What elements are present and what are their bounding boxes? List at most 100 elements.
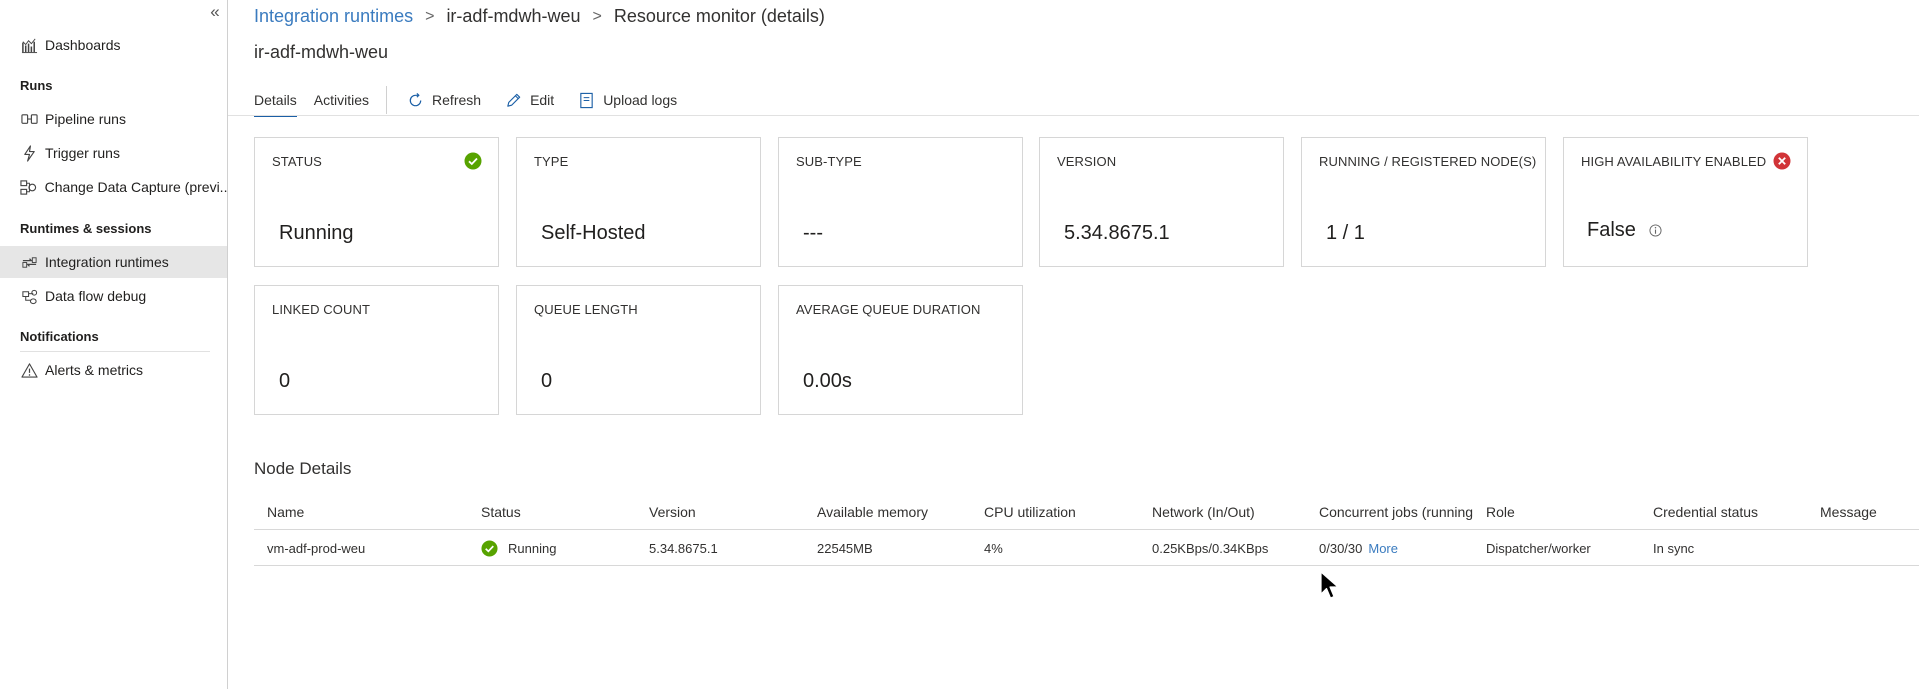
card-value: Self-Hosted [541, 222, 646, 244]
column-header-version[interactable]: Version [649, 494, 809, 530]
type-card: TYPE Self-Hosted [516, 137, 761, 267]
breadcrumb: Integration runtimes > ir-adf-mdwh-weu >… [254, 6, 825, 27]
sidebar: « Dashboards Runs Pipeline runs Trigger … [0, 0, 228, 689]
error-cross-icon [1773, 152, 1791, 170]
average-queue-duration-card: AVERAGE QUEUE DURATION 0.00s [778, 285, 1023, 415]
table-row[interactable]: vm-adf-prod-weu Running 5.34.8675.1 2254… [254, 530, 1919, 566]
node-details-title: Node Details [254, 459, 352, 478]
nav-section-notifications: Notifications [20, 329, 99, 344]
sidebar-item-label: Dashboards [45, 37, 121, 53]
sidebar-item-data-flow-debug[interactable]: Data flow debug [0, 280, 227, 312]
card-label: HIGH AVAILABILITY ENABLED [1581, 154, 1767, 169]
alert-icon [20, 361, 38, 379]
version-card: VERSION 5.34.8675.1 [1039, 137, 1284, 267]
sidebar-item-label: Change Data Capture (previ... [44, 179, 227, 195]
cell-network: 0.25KBps/0.34KBps [1152, 540, 1269, 556]
jobs-text: 0/30/30 [1319, 540, 1363, 556]
sidebar-item-label: Pipeline runs [45, 111, 126, 127]
cell-status: Running [481, 530, 641, 566]
mouse-cursor-icon [1320, 571, 1339, 599]
sidebar-item-label: Alerts & metrics [45, 362, 144, 378]
card-label: VERSION [1057, 154, 1117, 169]
dataflow-debug-icon [20, 287, 38, 305]
card-value: 0.00s [803, 370, 852, 392]
toolbar: Details Activities Refresh Edit Upload l… [254, 86, 701, 117]
success-check-icon [481, 539, 498, 557]
queue-length-card: QUEUE LENGTH 0 [516, 285, 761, 415]
card-value: False [1587, 219, 1636, 241]
status-card: STATUS Running [254, 137, 499, 267]
edit-label: Edit [530, 92, 555, 108]
upload-logs-label: Upload logs [603, 92, 678, 108]
dashboard-icon [20, 36, 38, 54]
integration-runtime-icon [20, 253, 38, 271]
info-icon[interactable] [1649, 224, 1663, 237]
status-text: Running [508, 540, 557, 556]
column-header-status[interactable]: Status [481, 494, 641, 530]
card-label: RUNNING / REGISTERED NODE(S) [1319, 154, 1537, 169]
sidebar-item-label: Trigger runs [45, 145, 120, 161]
refresh-button[interactable]: Refresh [407, 92, 481, 109]
cell-memory: 22545MB [817, 540, 873, 556]
column-header-cpu[interactable]: CPU utilization [984, 494, 1144, 530]
breadcrumb-separator: > [592, 7, 602, 25]
column-header-memory[interactable]: Available memory [817, 494, 982, 530]
cell-credential-status: In sync [1653, 540, 1695, 556]
tab-activities[interactable]: Activities [314, 86, 369, 114]
card-label: LINKED COUNT [272, 302, 370, 317]
upload-logs-button[interactable]: Upload logs [578, 92, 677, 109]
cell-version: 5.34.8675.1 [649, 540, 718, 556]
nav-section-runs: Runs [20, 78, 53, 93]
card-label: AVERAGE QUEUE DURATION [796, 302, 981, 317]
refresh-label: Refresh [432, 92, 482, 108]
pipeline-icon [20, 110, 38, 128]
column-header-network[interactable]: Network (In/Out) [1152, 494, 1312, 530]
column-header-concurrent-jobs[interactable]: Concurrent jobs (running [1319, 494, 1481, 530]
card-value: --- [803, 222, 823, 244]
subtype-card: SUB-TYPE --- [778, 137, 1023, 267]
card-value: 5.34.8675.1 [1064, 222, 1170, 244]
sidebar-item-alerts-metrics[interactable]: Alerts & metrics [0, 354, 227, 386]
tab-details[interactable]: Details [254, 86, 297, 117]
breadcrumb-current: Resource monitor (details) [613, 6, 825, 26]
cell-cpu: 4% [984, 540, 1003, 556]
card-label: QUEUE LENGTH [534, 302, 638, 317]
sidebar-item-integration-runtimes[interactable]: Integration runtimes [0, 246, 227, 278]
table-header-row: Name Status Version Available memory CPU… [254, 494, 1919, 530]
sidebar-item-pipeline-runs[interactable]: Pipeline runs [0, 103, 227, 135]
card-value: Running [279, 222, 354, 244]
sidebar-item-label: Data flow debug [45, 288, 147, 304]
more-link[interactable]: More [1368, 541, 1398, 556]
card-value-wrapper: False [1587, 219, 1663, 242]
toolbar-divider [386, 86, 388, 114]
collapse-sidebar-button[interactable]: « [206, 3, 224, 21]
nav-divider [20, 351, 210, 352]
high-availability-card: HIGH AVAILABILITY ENABLED False [1563, 137, 1808, 267]
column-header-role[interactable]: Role [1486, 494, 1646, 530]
sidebar-item-dashboards[interactable]: Dashboards [0, 29, 227, 61]
refresh-icon [409, 92, 422, 106]
card-label: SUB-TYPE [796, 154, 862, 169]
breadcrumb-integration-runtimes[interactable]: Integration runtimes [254, 6, 413, 27]
node-details-table: Name Status Version Available memory CPU… [254, 494, 1919, 566]
cell-role: Dispatcher/worker [1486, 540, 1591, 556]
nav-section-runtimes: Runtimes & sessions [20, 221, 152, 236]
success-check-icon [464, 152, 482, 170]
column-header-name[interactable]: Name [267, 494, 427, 530]
sidebar-item-change-data-capture[interactable]: Change Data Capture (previ... [0, 171, 227, 203]
column-header-credential-status[interactable]: Credential status [1653, 494, 1813, 530]
edit-button[interactable]: Edit [505, 92, 554, 109]
pencil-icon [507, 93, 521, 107]
breadcrumb-runtime-name[interactable]: ir-adf-mdwh-weu [446, 6, 580, 27]
card-value: 1 / 1 [1326, 222, 1365, 244]
card-label: TYPE [534, 154, 569, 169]
header-divider [228, 115, 1919, 116]
cell-name: vm-adf-prod-weu [267, 540, 366, 556]
cell-message [1820, 530, 1919, 566]
upload-logs-icon [580, 92, 593, 108]
column-header-message[interactable]: Message [1820, 494, 1919, 530]
card-value: 0 [279, 370, 291, 392]
page-title: ir-adf-mdwh-weu [254, 42, 389, 62]
sidebar-item-trigger-runs[interactable]: Trigger runs [0, 137, 227, 169]
cell-concurrent-jobs: 0/30/30 More [1319, 530, 1481, 566]
